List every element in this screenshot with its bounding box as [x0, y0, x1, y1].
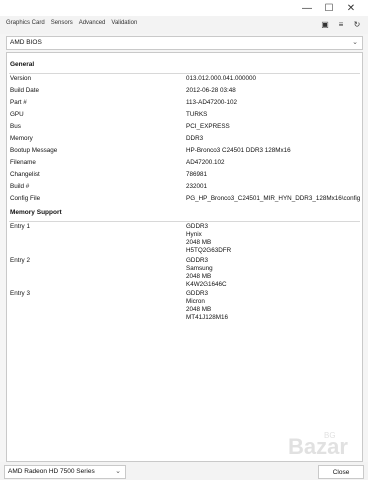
value-build-date: 2012-06-28 03:48	[186, 87, 236, 94]
details-panel: General Version 013.012.000.041.000000 B…	[6, 52, 363, 462]
svg-text:Bazar: Bazar	[288, 434, 348, 459]
value-bootup-message: HP-Bronco3 C24501 DDR3 128Mx16	[186, 147, 291, 154]
label-bootup-message: Bootup Message	[10, 147, 58, 154]
chevron-down-icon: ⌄	[352, 39, 358, 46]
entry-3-size: 2048 MB	[186, 306, 212, 313]
camera-icon[interactable]: ▣	[320, 19, 330, 29]
gpu-select[interactable]: AMD Radeon HD 7500 Series ⌄	[4, 465, 126, 479]
minimize-icon[interactable]: —	[296, 2, 318, 14]
footer-bar: AMD Radeon HD 7500 Series ⌄ Close	[0, 462, 368, 480]
svg-text:BG: BG	[324, 431, 336, 440]
value-entry-1: GDDR3 Hynix 2048 MB H5TQ2G63DFR	[186, 223, 231, 255]
divider	[9, 73, 360, 74]
app-window: — ☐ ✕ Graphics Card Sensors Advanced Val…	[0, 0, 368, 480]
tab-validation[interactable]: Validation	[111, 20, 137, 26]
value-version: 013.012.000.041.000000	[186, 75, 257, 82]
title-bar: — ☐ ✕	[0, 0, 368, 16]
value-filename: AD47200.102	[186, 159, 225, 166]
value-config-file: PG_HP_Bronco3_C24501_MIR_HYN_DDR3_128Mx1…	[186, 195, 360, 202]
entry-3-part: MT41J128M16	[186, 314, 228, 321]
close-button[interactable]: Close	[318, 465, 364, 479]
tab-advanced[interactable]: Advanced	[79, 20, 106, 26]
entry-2-size: 2048 MB	[186, 273, 212, 280]
label-changelist: Changelist	[10, 171, 40, 178]
tab-graphics-card[interactable]: Graphics Card	[6, 20, 45, 26]
toolbar: Graphics Card Sensors Advanced Validatio…	[0, 16, 368, 34]
refresh-icon[interactable]: ↻	[352, 19, 362, 29]
label-bus: Bus	[10, 123, 21, 130]
label-build-date: Build Date	[10, 87, 40, 94]
section-title-general: General	[10, 61, 35, 68]
label-filename: Filename	[10, 159, 36, 166]
value-build-number: 232001	[186, 183, 208, 190]
value-changelist: 786981	[186, 171, 208, 178]
value-bus: PCI_EXPRESS	[186, 123, 230, 130]
label-build-number: Build #	[10, 183, 30, 190]
value-gpu: TURKS	[186, 111, 208, 118]
section-title-memory-support: Memory Support	[10, 209, 62, 216]
label-config-file: Config File	[10, 195, 41, 202]
label-gpu: GPU	[10, 111, 24, 118]
tab-sensors[interactable]: Sensors	[51, 20, 73, 26]
label-entry-3: Entry 3	[10, 290, 30, 297]
gpu-select-value: AMD Radeon HD 7500 Series	[8, 468, 95, 475]
value-part: 113-AD47200-102	[186, 99, 237, 106]
chevron-down-icon: ⌄	[115, 468, 121, 475]
dropdown-value: AMD BIOS	[10, 39, 42, 46]
window-controls: — ☐ ✕	[296, 2, 362, 14]
label-entry-1: Entry 1	[10, 223, 30, 230]
entry-2-part: K4W2G1646C	[186, 281, 227, 288]
close-icon[interactable]: ✕	[340, 2, 362, 14]
entry-1-type: GDDR3	[186, 223, 209, 230]
label-memory: Memory	[10, 135, 33, 142]
bazar-watermark-logo: Bazar BG	[288, 431, 348, 459]
entry-2-vendor: Samsung	[186, 265, 213, 272]
entry-3-vendor: Micron	[186, 298, 205, 305]
entry-1-part: H5TQ2G63DFR	[186, 247, 232, 254]
label-entry-2: Entry 2	[10, 257, 30, 264]
toolbar-icons: ▣ ≡ ↻	[320, 19, 362, 29]
entry-1-size: 2048 MB	[186, 239, 212, 246]
tab-bar: Graphics Card Sensors Advanced Validatio…	[6, 20, 137, 26]
menu-icon[interactable]: ≡	[336, 19, 346, 29]
value-entry-3: GDDR3 Micron 2048 MB MT41J128M16	[186, 290, 228, 322]
entry-2-type: GDDR3	[186, 257, 209, 264]
label-part: Part #	[10, 99, 27, 106]
value-memory: DDR3	[186, 135, 204, 142]
entry-3-type: GDDR3	[186, 290, 209, 297]
divider	[9, 221, 360, 222]
bios-section-dropdown[interactable]: AMD BIOS ⌄	[6, 36, 363, 50]
entry-1-vendor: Hynix	[186, 231, 202, 238]
maximize-icon[interactable]: ☐	[318, 2, 340, 14]
value-entry-2: GDDR3 Samsung 2048 MB K4W2G1646C	[186, 257, 227, 289]
label-version: Version	[10, 75, 32, 82]
